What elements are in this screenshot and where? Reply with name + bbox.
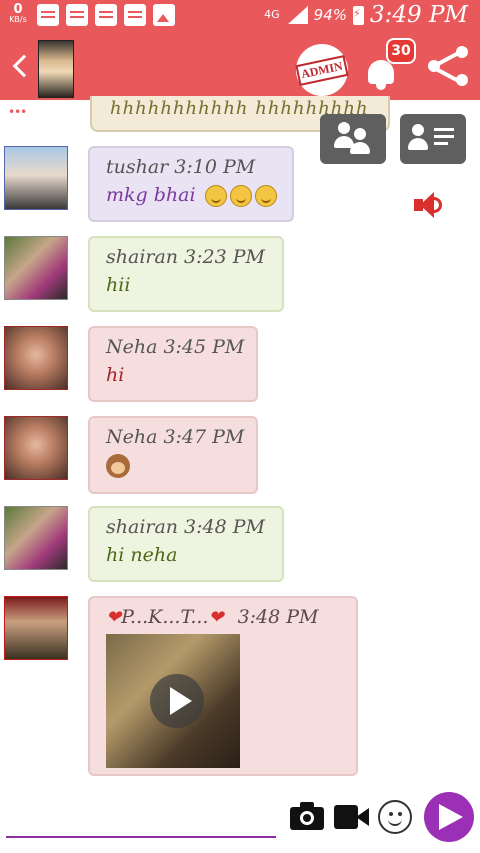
message-meta: shairan 3:23 PM — [106, 246, 266, 268]
message-text: hi — [106, 364, 125, 386]
message-time: 3:48 PM — [237, 606, 319, 628]
message-notification-icon — [95, 4, 117, 26]
group-icon-head — [354, 128, 366, 140]
chat-avatar[interactable] — [38, 40, 74, 98]
bell-clapper — [376, 84, 386, 90]
message-meta: tushar 3:10 PM — [106, 156, 276, 178]
avatar[interactable] — [4, 236, 68, 300]
chevron-left-icon — [12, 54, 36, 78]
message-bubble[interactable]: shairan 3:23 PM hii — [88, 236, 284, 312]
sender-name: tushar — [106, 156, 169, 178]
message-text: hi neha — [106, 544, 178, 566]
contact-card-icon-line — [434, 135, 454, 138]
admin-badge-label: ADMIN — [295, 54, 349, 86]
grinning-emoji-icon — [254, 185, 277, 207]
message-time: 3:23 PM — [184, 246, 265, 268]
message-bubble[interactable]: ❤P...K...T...❤ 3:48 PM — [88, 596, 358, 776]
message-content — [106, 454, 240, 483]
message-meta: Neha 3:47 PM — [106, 426, 244, 448]
message-meta: Neha 3:45 PM — [106, 336, 244, 358]
share-icon — [456, 46, 468, 58]
avatar[interactable] — [4, 416, 68, 480]
sender-name: shairan — [106, 516, 179, 538]
message-bubble[interactable]: Neha 3:45 PM hi — [88, 326, 258, 402]
admin-button[interactable]: ADMIN — [295, 44, 349, 96]
contact-card-icon-torso — [408, 138, 428, 150]
signal-icon — [286, 6, 308, 24]
group-icon-torso — [350, 142, 370, 154]
back-button[interactable] — [8, 48, 36, 84]
monkey-emoji-icon — [106, 454, 130, 478]
emoji-button[interactable] — [378, 800, 412, 834]
message-time: 3:47 PM — [163, 426, 245, 448]
video-camera-button[interactable] — [334, 805, 370, 829]
network-type: 4G — [264, 8, 280, 21]
camera-icon-lens — [300, 811, 314, 825]
contact-card-button[interactable] — [400, 114, 466, 164]
grinning-emoji-icon — [229, 185, 252, 207]
message-text: hii — [106, 274, 131, 296]
share-icon-dot — [456, 74, 468, 86]
chat-list[interactable]: hhhhhhhhhhh hhhhhhhhh tushar 3:10 PM mkg … — [0, 96, 480, 790]
share-button[interactable] — [426, 44, 472, 86]
status-time: 3:49 PM — [370, 2, 468, 28]
play-icon[interactable] — [150, 674, 204, 728]
message-content: mkg bhai — [106, 184, 277, 207]
battery-charging-icon — [353, 5, 364, 25]
send-button[interactable] — [424, 792, 474, 842]
data-speed-value: 0 — [13, 2, 23, 17]
message-bubble[interactable]: tushar 3:10 PM mkg bhai — [88, 146, 294, 222]
message-notification-icon — [37, 4, 59, 26]
video-thumbnail[interactable] — [106, 634, 240, 768]
avatar[interactable] — [4, 506, 68, 570]
image-notification-icon — [153, 4, 175, 26]
sender-name: shairan — [106, 246, 179, 268]
status-system: 4G 94% 3:49 PM — [264, 2, 468, 28]
message-text: mkg bhai — [106, 184, 196, 206]
group-icon — [338, 122, 350, 134]
sender-name: Neha — [106, 426, 158, 448]
message-notification-icon — [124, 4, 146, 26]
message-bubble[interactable]: shairan 3:48 PM hi neha — [88, 506, 284, 582]
contact-card-icon-line — [434, 128, 454, 131]
notification-count-badge: 30 — [386, 38, 416, 64]
share-icon-line — [435, 51, 459, 67]
message-time: 3:10 PM — [174, 156, 256, 178]
avatar[interactable] — [4, 326, 68, 390]
camera-button[interactable] — [290, 802, 324, 830]
speaker-icon-wave — [432, 197, 442, 213]
battery-percent: 94% — [313, 6, 347, 24]
message-time: 3:48 PM — [184, 516, 265, 538]
smiley-icon-mouth — [388, 818, 402, 826]
message-notification-icon — [66, 4, 88, 26]
heart-icon: ❤ — [106, 607, 122, 628]
video-camera-icon — [334, 805, 358, 829]
message-bubble[interactable]: Neha 3:47 PM — [88, 416, 258, 494]
heart-icon: ❤ — [208, 607, 224, 628]
group-button[interactable] — [320, 114, 386, 164]
contact-card-icon-line — [434, 142, 448, 145]
message-meta: shairan 3:48 PM — [106, 516, 266, 538]
message-time: 3:45 PM — [163, 336, 245, 358]
message-meta: ❤P...K...T...❤ 3:48 PM — [106, 606, 340, 628]
contact-card-icon — [412, 124, 424, 136]
bell-icon — [368, 60, 394, 84]
speaker-button[interactable] — [412, 190, 446, 220]
video-camera-icon-lens — [356, 808, 369, 826]
data-speed-unit: KB/s — [9, 15, 27, 24]
status-bar: 0 KB/s 4G 94% 3:49 PM — [0, 0, 480, 794]
sender-name: Neha — [106, 336, 158, 358]
status-notifications: 0 KB/s — [6, 2, 480, 794]
data-speed-indicator: 0 KB/s — [6, 2, 30, 25]
smiley-icon-eye — [398, 812, 402, 816]
avatar[interactable] — [4, 146, 68, 210]
message-input[interactable] — [6, 836, 276, 838]
smiley-icon — [389, 812, 393, 816]
sender-name: P...K...T... — [121, 606, 209, 628]
grinning-emoji-icon — [204, 185, 227, 207]
avatar[interactable] — [4, 596, 68, 660]
share-icon-line — [435, 67, 459, 83]
